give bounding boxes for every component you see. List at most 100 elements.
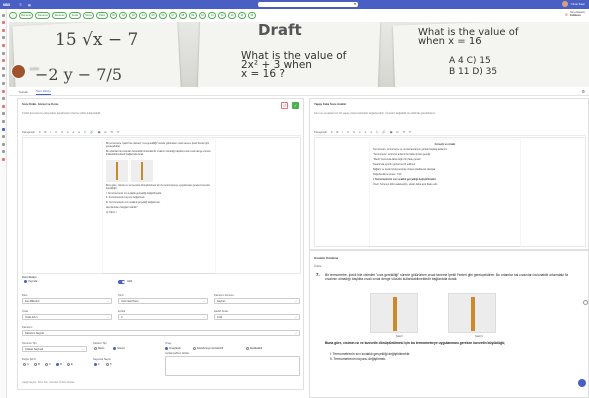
difficulty-select[interactable]: 3 ⌄ (118, 313, 208, 320)
nav-icon-tags[interactable] (1, 119, 5, 123)
option-count-5[interactable]: 5 (106, 363, 111, 366)
filter-chip[interactable]: 09 (188, 12, 197, 19)
filter-chip[interactable]: 04 (139, 12, 148, 19)
link-icon[interactable]: 🔗 (90, 130, 93, 134)
redo-icon[interactable]: ⟳ (409, 130, 411, 134)
filter-chip[interactable]: 06 (159, 12, 167, 19)
correct-option-e[interactable]: E (67, 363, 73, 366)
user-menu[interactable]: Yılmaz Esen (562, 1, 585, 7)
lesson-select[interactable]: Fen Bilimleri ⌄ (22, 297, 112, 304)
nav-icon-chat[interactable] (1, 81, 5, 85)
question-type-select[interactable]: Çoktan Seçmeli ⌄ (22, 345, 87, 352)
nav-icon-questions[interactable] (1, 21, 5, 25)
nav-icon-media[interactable] (1, 104, 5, 108)
scroll-handle[interactable] (583, 300, 588, 305)
approval-rejected[interactable]: Reddedildi (246, 347, 262, 350)
unit-select[interactable]: Ünite Adı 1 ⌄ (22, 313, 112, 320)
correct-option-d[interactable]: D (56, 363, 62, 366)
scroll-top-button[interactable] (578, 379, 586, 387)
filter-chip[interactable]: 11 (208, 12, 217, 19)
paragraph-style-select[interactable]: Paragraph (314, 130, 327, 134)
redo-icon[interactable]: ⟳ (117, 130, 119, 134)
strikethrough-icon[interactable]: S (61, 130, 63, 134)
question-editor[interactable]: Bir termometre, İpekli hile cisimleri "c… (22, 137, 301, 274)
nav-icon-home[interactable] (1, 13, 5, 17)
nav-icon-users[interactable] (1, 36, 5, 40)
filter-chip[interactable]: Sınav (82, 12, 95, 19)
menu-icon[interactable]: ☰ (19, 3, 22, 7)
filter-chip[interactable]: Deneme (52, 12, 68, 19)
filter-chip[interactable]: 02 (119, 12, 128, 19)
filter-chip[interactable]: 15 (247, 12, 256, 19)
approval-approved[interactable]: Onaylandı (165, 347, 181, 350)
active-toggle[interactable] (118, 280, 125, 284)
nav-icon-reports[interactable] (1, 43, 5, 47)
filter-chip[interactable]: ☺ (9, 12, 17, 19)
list-icon[interactable]: ≡ (78, 130, 80, 134)
nav-icon-analysis[interactable] (1, 66, 5, 70)
bold-icon[interactable]: B (44, 130, 46, 134)
option-type-image[interactable]: Görsel (113, 347, 125, 350)
save-button[interactable]: ✓ (292, 102, 299, 109)
filter-chip[interactable]: Sınav (69, 12, 81, 19)
nav-icon-docs[interactable] (1, 97, 5, 101)
correct-option-c[interactable]: C (45, 363, 51, 366)
nav-icon-calendar[interactable] (1, 74, 5, 78)
nav-icon-pool[interactable] (1, 59, 5, 63)
nav-icon-files[interactable] (1, 51, 5, 55)
underline-icon[interactable]: U (55, 130, 57, 134)
target-exam-select[interactable]: LGS ⌄ (214, 313, 300, 320)
special-char-icon[interactable]: Ω (396, 130, 398, 134)
list-icon[interactable]: ≡ (370, 130, 372, 134)
image-icon[interactable]: ▣ (98, 130, 101, 134)
filter-chip[interactable]: Ödev (96, 12, 108, 19)
nav-icon-settings[interactable] (1, 142, 5, 146)
align-left-icon[interactable]: ≡ (359, 130, 361, 134)
image-icon[interactable]: ▣ (390, 130, 393, 134)
nav-icon-alerts[interactable] (1, 89, 5, 93)
approval-revision[interactable]: Düzeltmeye Gönderildi (193, 347, 223, 350)
notes-textarea[interactable] (165, 356, 300, 376)
nav-icon-current[interactable] (1, 127, 5, 131)
tab-questions[interactable]: Sorular (19, 90, 28, 94)
nav-icon-exams[interactable] (1, 28, 5, 32)
link-icon[interactable]: 🔗 (382, 130, 385, 134)
align-center-icon[interactable]: ≡ (365, 130, 367, 134)
filter-chip[interactable]: 08 (178, 12, 187, 19)
filter-chip[interactable]: 01 (109, 12, 118, 19)
ai-analysis-editor[interactable]: Görselin ve Analiz Termometre, termometr… (314, 137, 586, 247)
pool-link[interactable]: ⊕ Soru Havuzu Kullanıcı (565, 11, 585, 17)
filter-chip[interactable]: 12 (218, 12, 227, 19)
italic-icon[interactable]: I (50, 130, 51, 134)
strikethrough-icon[interactable]: S (353, 130, 355, 134)
correct-option-a[interactable]: A (23, 363, 29, 366)
filter-chip[interactable]: 05 (149, 12, 158, 19)
search-input[interactable]: ● (258, 1, 358, 7)
ai-analysis-document[interactable]: Görselin ve Analiz Termometre, termometr… (370, 140, 520, 246)
italic-icon[interactable]: I (342, 130, 343, 134)
filter-chip[interactable]: 07 (168, 12, 177, 19)
bold-icon[interactable]: B (336, 130, 338, 134)
special-char-icon[interactable]: Ω (104, 130, 106, 134)
app-logo[interactable]: MBS (3, 3, 10, 7)
nav-icon-help[interactable] (1, 150, 5, 154)
topic-select[interactable]: Seçiniz ⌄ (214, 297, 300, 304)
avatar[interactable] (562, 1, 569, 7)
filter-chip[interactable]: 13 (228, 12, 236, 19)
publish-radio[interactable]: Yayında (24, 280, 37, 283)
grid-icon[interactable]: ▦ (28, 3, 31, 7)
filter-chip[interactable]: 10 (198, 12, 207, 19)
filter-chip[interactable]: Deneme (18, 12, 34, 19)
option-type-text[interactable]: Metin (94, 347, 104, 350)
chevron-down-icon[interactable]: ▾ (39, 130, 40, 134)
question-document[interactable]: Bir termometre, İpekli hile cisimleri "c… (103, 140, 215, 273)
gear-icon[interactable]: ⚙ (581, 89, 585, 94)
align-center-icon[interactable]: ≡ (73, 130, 75, 134)
discard-button[interactable]: ↺ (281, 102, 288, 109)
copy-icon[interactable]: ⎘ (84, 130, 86, 134)
correct-option-b[interactable]: B (34, 363, 40, 366)
align-left-icon[interactable]: ≡ (67, 130, 69, 134)
nav-icon-stats[interactable] (1, 112, 5, 116)
search-icon[interactable]: ● (354, 2, 356, 6)
chevron-down-icon[interactable]: ▾ (331, 130, 332, 134)
